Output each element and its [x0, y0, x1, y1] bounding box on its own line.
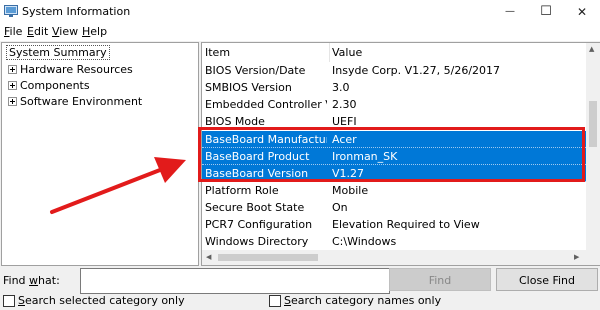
checkbox-box[interactable]	[3, 294, 15, 307]
find-what-label: Find what:	[3, 274, 60, 287]
search-selected-category-checkbox[interactable]: Search selected category only	[3, 294, 185, 307]
find-what-input[interactable]	[80, 268, 390, 294]
search-category-names-checkbox[interactable]: Search category names only	[269, 294, 441, 307]
annotation-arrow	[50, 157, 186, 214]
find-button[interactable]: Find	[389, 268, 491, 291]
close-find-button[interactable]: Close Find	[496, 268, 598, 291]
checkbox-label: Search category names only	[284, 294, 442, 307]
checkbox-label: Search selected category only	[18, 294, 185, 307]
checkbox-box[interactable]	[269, 294, 281, 307]
